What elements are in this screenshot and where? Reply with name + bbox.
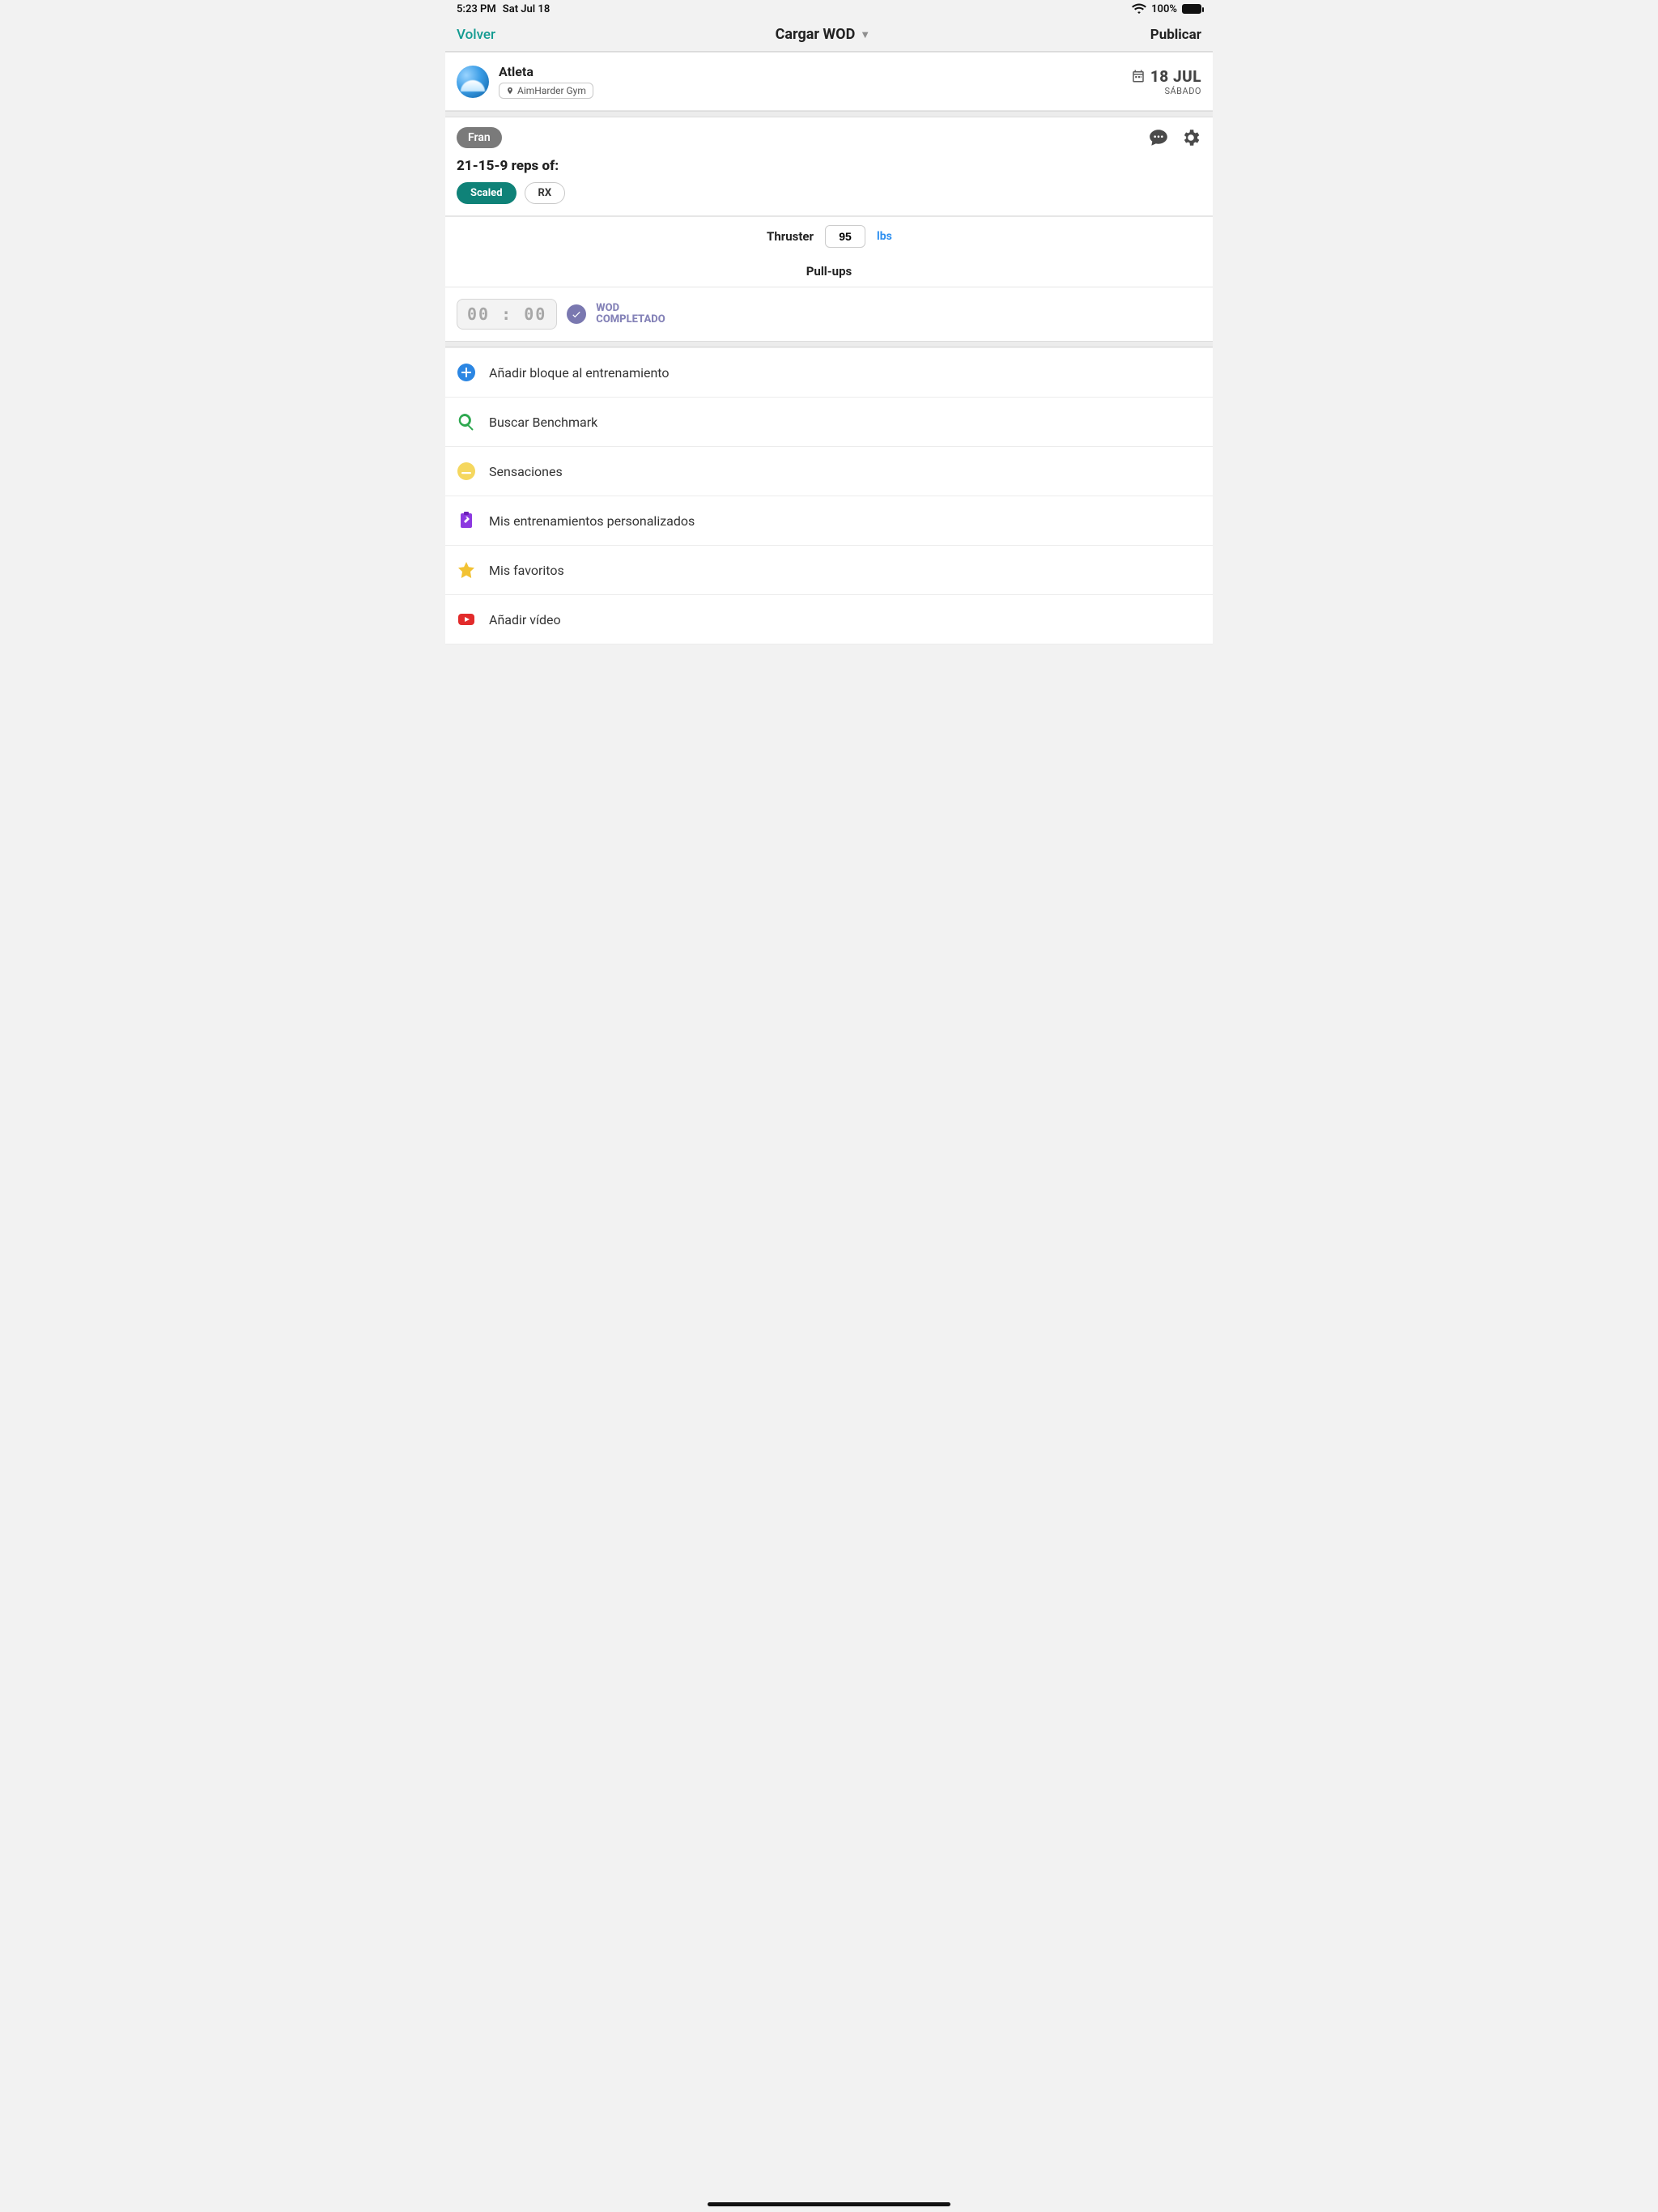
status-time: 5:23 PM <box>457 3 496 15</box>
rx-button[interactable]: RX <box>525 182 566 204</box>
completed-label: WOD COMPLETADO <box>596 303 665 326</box>
star-icon <box>457 560 476 580</box>
pin-icon <box>506 87 514 95</box>
thruster-unit-toggle[interactable]: lbs <box>877 230 909 243</box>
search-benchmark-label: Buscar Benchmark <box>489 415 597 430</box>
search-benchmark-item[interactable]: Buscar Benchmark <box>445 398 1213 447</box>
battery-icon <box>1182 4 1201 14</box>
date-value: 18 JUL <box>1150 67 1201 86</box>
time-input[interactable]: 00 : 00 <box>457 299 557 330</box>
add-block-label: Añadir bloque al entrenamiento <box>489 365 670 381</box>
my-trainings-label: Mis entrenamientos personalizados <box>489 513 695 529</box>
favorites-label: Mis favoritos <box>489 563 564 578</box>
back-button[interactable]: Volver <box>457 27 495 43</box>
athlete-name: Atleta <box>499 64 593 79</box>
avatar[interactable] <box>457 66 489 98</box>
action-list: Añadir bloque al entrenamiento Buscar Be… <box>445 347 1213 644</box>
date-weekday: SÁBADO <box>1164 86 1201 96</box>
completed-line1: WOD <box>596 303 665 314</box>
chevron-down-icon: ▼ <box>860 28 870 41</box>
battery-pct: 100% <box>1151 3 1177 15</box>
wod-block: Fran 21-15-9 reps of: Scaled RX <box>445 117 1213 216</box>
comments-icon[interactable] <box>1148 127 1169 148</box>
wod-name-tag[interactable]: Fran <box>457 127 502 148</box>
search-icon <box>457 412 476 432</box>
time-complete-row: 00 : 00 WOD COMPLETADO <box>445 287 1213 341</box>
page-title-dropdown[interactable]: Cargar WOD ▼ <box>776 26 871 43</box>
separator <box>445 341 1213 347</box>
publish-button[interactable]: Publicar <box>1150 27 1201 43</box>
calendar-icon <box>1131 69 1146 83</box>
separator <box>445 111 1213 117</box>
plus-circle-icon <box>457 363 476 382</box>
favorites-item[interactable]: Mis favoritos <box>445 546 1213 595</box>
rep-scheme: 21-15-9 reps of: <box>457 158 1201 174</box>
face-icon <box>457 462 476 481</box>
add-video-item[interactable]: Añadir vídeo <box>445 595 1213 644</box>
sensations-label: Sensaciones <box>489 464 563 479</box>
home-indicator <box>445 2196 1213 2212</box>
sensations-item[interactable]: Sensaciones <box>445 447 1213 496</box>
gear-icon[interactable] <box>1180 127 1201 148</box>
completed-check-icon[interactable] <box>567 304 586 324</box>
add-block-item[interactable]: Añadir bloque al entrenamiento <box>445 347 1213 398</box>
completed-line2: COMPLETADO <box>596 314 665 325</box>
add-video-label: Añadir vídeo <box>489 612 561 627</box>
date-picker[interactable]: 18 JUL SÁBADO <box>1131 67 1201 96</box>
status-bar: 5:23 PM Sat Jul 18 100% <box>445 0 1213 18</box>
my-trainings-item[interactable]: Mis entrenamientos personalizados <box>445 496 1213 546</box>
page-title: Cargar WOD <box>776 26 856 43</box>
status-date: Sat Jul 18 <box>503 3 550 15</box>
nav-bar: Volver Cargar WOD ▼ Publicar <box>445 18 1213 52</box>
profile-header: Atleta AimHarder Gym 18 JUL SÁBADO <box>445 52 1213 111</box>
movements-section: Thruster lbs Pull-ups <box>445 216 1213 287</box>
thruster-weight-input[interactable] <box>825 225 865 248</box>
movement-thruster-label: Thruster <box>749 229 814 244</box>
youtube-icon <box>457 610 476 629</box>
wifi-icon <box>1132 3 1146 15</box>
clipboard-icon <box>457 511 476 530</box>
gym-tag[interactable]: AimHarder Gym <box>499 83 593 99</box>
scaled-button[interactable]: Scaled <box>457 182 517 204</box>
movement-pullups-label: Pull-ups <box>806 264 852 279</box>
gym-name: AimHarder Gym <box>517 85 586 96</box>
